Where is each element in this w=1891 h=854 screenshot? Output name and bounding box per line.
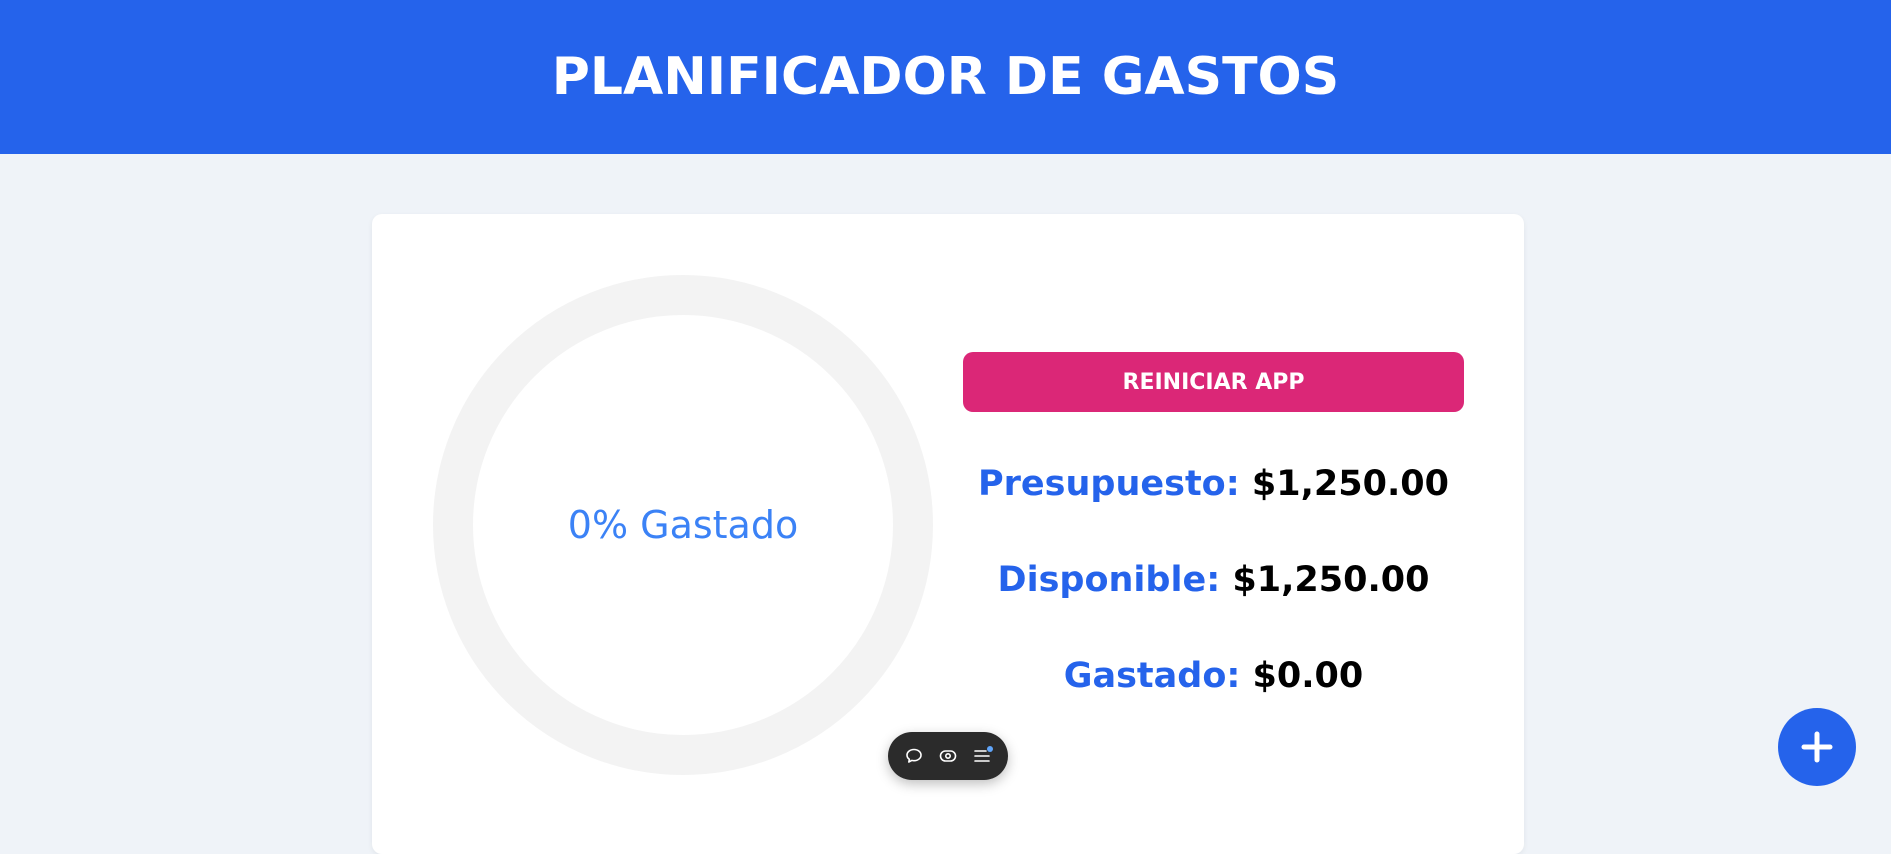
menu-button[interactable] [968,742,996,770]
spent-label: Gastado: [1063,656,1241,696]
spent-value: $0.00 [1252,656,1364,696]
comment-icon [906,748,922,763]
progress-ring: 0% Gastado [432,274,934,776]
page-title: PLANIFICADOR DE GASTOS [551,47,1340,107]
available-value: $1,250.00 [1232,560,1430,600]
comment-button[interactable] [900,742,928,770]
floating-toolbar [888,732,1008,780]
budget-value: $1,250.00 [1251,464,1449,504]
available-stat: Disponible: $1,250.00 [963,558,1464,602]
budget-stat: Presupuesto: $1,250.00 [963,462,1464,506]
budget-label: Presupuesto: [978,464,1240,504]
eye-icon [939,750,957,762]
add-expense-button[interactable] [1778,708,1856,786]
notification-dot [987,746,993,752]
available-label: Disponible: [997,560,1221,600]
spent-stat: Gastado: $0.00 [963,654,1464,698]
app-header: PLANIFICADOR DE GASTOS [0,0,1891,154]
preview-button[interactable] [934,742,962,770]
plus-icon [1801,731,1833,763]
reset-app-button[interactable]: REINICIAR APP [963,352,1464,412]
progress-ring-label: 0% Gastado [567,503,799,547]
